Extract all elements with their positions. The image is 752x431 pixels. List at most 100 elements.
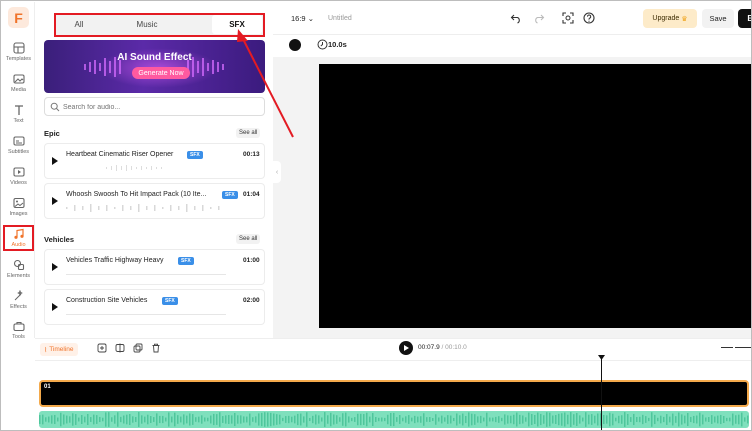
project-title[interactable]: Untitled xyxy=(328,15,352,22)
waveform-bar xyxy=(462,413,464,426)
rail-item-effects[interactable]: Effects xyxy=(2,288,35,314)
list-item[interactable]: Heartbeat Cinematic Riser Opener SFX 00:… xyxy=(44,143,265,179)
waveform-bar xyxy=(93,414,95,425)
see-all-vehicles-button[interactable]: See all xyxy=(236,234,261,244)
generate-now-button[interactable]: Generate Now xyxy=(132,67,190,79)
waveform-bar xyxy=(474,414,476,425)
upgrade-button[interactable]: Upgrade ♛ xyxy=(643,9,697,28)
audio-duration: 01:00 xyxy=(243,257,260,264)
waveform xyxy=(106,165,162,171)
waveform-bar xyxy=(690,416,692,423)
play-icon[interactable] xyxy=(52,263,58,271)
waveform-bar xyxy=(468,412,470,427)
waveform-bar xyxy=(39,415,41,424)
waveform-bar xyxy=(720,414,722,425)
split-icon[interactable] xyxy=(115,343,125,353)
waveform-bar xyxy=(687,413,689,426)
waveform-bar xyxy=(546,412,548,427)
waveform-bar xyxy=(276,414,278,425)
duplicate-icon[interactable] xyxy=(133,343,143,353)
screenshot-icon[interactable] xyxy=(562,12,574,24)
zoom-slider[interactable] xyxy=(735,347,751,348)
waveform-bar xyxy=(282,417,284,422)
app-logo[interactable]: F xyxy=(8,7,29,28)
rail-item-templates[interactable]: Templates xyxy=(2,40,35,66)
undo-icon[interactable] xyxy=(510,12,522,24)
rail-label: Subtitles xyxy=(7,149,30,155)
play-button[interactable] xyxy=(399,341,413,355)
video-stage[interactable] xyxy=(319,64,751,328)
waveform-bar xyxy=(378,417,380,422)
total-time: / 00:10.0 xyxy=(441,344,467,351)
waveform-bar xyxy=(528,412,530,427)
play-icon[interactable] xyxy=(52,157,58,165)
waveform-bar xyxy=(348,416,350,423)
rail-item-tools[interactable]: Tools xyxy=(2,318,35,344)
playhead[interactable] xyxy=(601,356,602,430)
rail-item-elements[interactable]: Elements xyxy=(2,257,35,283)
waveform-bar xyxy=(732,413,734,426)
scene-duration[interactable]: 10.0s xyxy=(328,40,347,49)
waveform-bar xyxy=(126,414,128,425)
waveform-bar xyxy=(171,416,173,423)
list-item[interactable]: Vehicles Traffic Highway Heavy SFX 01:00 xyxy=(44,249,265,285)
rail-item-videos[interactable]: Videos xyxy=(2,164,35,190)
list-item[interactable]: Whoosh Swoosh To Hit Impact Pack (10 Ite… xyxy=(44,183,265,219)
rail-item-images[interactable]: Images xyxy=(2,195,35,221)
waveform-bar xyxy=(105,412,107,427)
waveform-bar xyxy=(723,416,725,423)
waveform-bar xyxy=(57,417,59,422)
waveform-bar xyxy=(45,417,47,422)
waveform-bar xyxy=(69,416,71,423)
sfx-badge: SFX xyxy=(222,191,238,199)
audio-track-clip[interactable] xyxy=(39,411,749,428)
waveform-bar xyxy=(153,417,155,422)
waveform-bar xyxy=(480,415,482,424)
waveform-bar xyxy=(678,412,680,427)
video-track-clip[interactable]: 01 xyxy=(39,380,749,407)
waveform-bar xyxy=(237,415,239,424)
background-color-swatch[interactable] xyxy=(289,39,301,51)
waveform-bar xyxy=(681,414,683,425)
waveform-bar xyxy=(696,415,698,424)
zoom-out-icon[interactable] xyxy=(721,347,733,348)
waveform-bar xyxy=(249,413,251,426)
see-all-epic-button[interactable]: See all xyxy=(236,128,261,138)
waveform-bar xyxy=(714,416,716,423)
waveform-bar xyxy=(330,412,332,427)
add-icon[interactable] xyxy=(97,343,107,353)
rail-item-media[interactable]: Media xyxy=(2,71,35,97)
waveform-bar xyxy=(90,417,92,422)
waveform-bar xyxy=(258,413,260,426)
help-icon[interactable] xyxy=(583,12,595,24)
ai-sound-effect-banner[interactable]: AI Sound Effect Generate Now xyxy=(44,40,265,93)
play-icon[interactable] xyxy=(52,197,58,205)
waveform-bar xyxy=(108,412,110,427)
aspect-ratio-select[interactable]: 16:9 ⌄ xyxy=(291,14,314,23)
waveform-bar xyxy=(285,416,287,423)
tools-icon xyxy=(12,321,25,332)
search-input[interactable] xyxy=(63,100,253,114)
timeline-ruler[interactable] xyxy=(35,360,751,361)
waveform-bar xyxy=(318,415,320,424)
rail-item-text[interactable]: Text xyxy=(2,102,35,128)
collapse-panel-button[interactable]: ‹ xyxy=(273,161,281,183)
waveform-bar xyxy=(621,415,623,424)
waveform-bar xyxy=(405,416,407,423)
waveform-bar xyxy=(669,416,671,423)
chevron-down-icon: ⌄ xyxy=(307,14,314,23)
waveform-bar xyxy=(660,415,662,424)
timeline-button[interactable]: ⌇ Timeline xyxy=(40,343,78,356)
waveform-bar xyxy=(213,413,215,426)
save-button[interactable]: Save xyxy=(702,9,734,28)
audio-search[interactable] xyxy=(44,97,265,116)
media-icon xyxy=(12,74,25,84)
waveform-bar xyxy=(99,416,101,423)
export-button[interactable]: E xyxy=(738,9,751,28)
rail-item-subtitles[interactable]: Subtitles xyxy=(2,133,35,159)
trash-icon[interactable] xyxy=(151,343,161,353)
waveform-bar xyxy=(144,416,146,423)
list-item[interactable]: Construction Site Vehicles SFX 02:00 xyxy=(44,289,265,325)
play-icon[interactable] xyxy=(52,303,58,311)
redo-icon[interactable] xyxy=(533,12,545,24)
